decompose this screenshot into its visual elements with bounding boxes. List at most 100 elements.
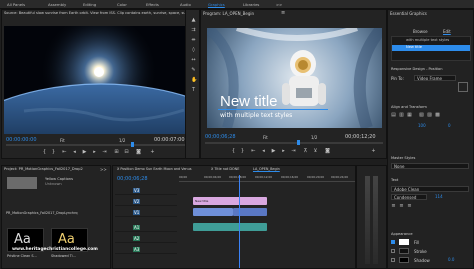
fill-color-swatch[interactable] [399, 239, 409, 245]
timeline-tab-3[interactable]: LA_OPEN_Begin [253, 167, 280, 171]
slip-icon[interactable]: ↔ [191, 58, 196, 63]
transform-scale-value[interactable]: 100 [418, 123, 426, 128]
timeline-tab-1[interactable]: X Position Demo Sun Earth Moon and Venus [117, 167, 192, 171]
go-to-out-icon[interactable]: ⇥ [102, 150, 107, 155]
master-styles-select[interactable]: None [391, 163, 469, 169]
stroke-color-swatch[interactable] [399, 248, 409, 254]
source-fit-select[interactable]: Fit [60, 138, 65, 143]
track-header-v2[interactable]: V2 [115, 197, 177, 206]
overwrite-icon[interactable]: ⊟ [124, 150, 129, 155]
selection-tool-icon[interactable]: ▲ [191, 18, 196, 23]
track-select-icon[interactable]: ⇉ [191, 28, 196, 33]
source-ratio-select[interactable]: 1/2 [119, 138, 125, 143]
track-header-a2[interactable]: A2 [115, 234, 177, 243]
pen-icon[interactable]: ✎ [191, 68, 196, 73]
mark-in-icon[interactable]: { [231, 149, 236, 154]
mark-out-icon[interactable]: } [51, 150, 56, 155]
pin-grid-icon[interactable] [458, 82, 468, 92]
text-align-buttons: ≡ ≡ ≡ [391, 204, 471, 210]
shadow-checkbox[interactable] [391, 258, 395, 262]
program-scrubber[interactable] [205, 140, 383, 145]
font-size-value[interactable]: 114 [435, 194, 443, 199]
align-left-icon[interactable]: ▤ [391, 113, 396, 118]
extract-icon[interactable]: ⊻ [313, 149, 318, 154]
tab-edit[interactable]: Edit [443, 29, 451, 34]
track-header-a3[interactable]: A3 [115, 245, 177, 254]
razor-icon[interactable]: ◊ [191, 48, 196, 53]
stroke-checkbox[interactable] [391, 249, 395, 253]
track-header-a1[interactable]: A1 [115, 223, 177, 232]
track-header-v3[interactable]: V3 [115, 186, 177, 195]
workspace-tab-assembly[interactable]: Assembly [48, 2, 66, 7]
program-menu-icon[interactable]: ≡ [281, 10, 285, 16]
project-tabs-overflow[interactable]: >> [100, 167, 107, 172]
clip-audio-teal[interactable] [193, 223, 267, 231]
text-align-left-icon[interactable]: ≡ [391, 204, 396, 209]
text-align-center-icon[interactable]: ≡ [399, 204, 404, 209]
add-icon[interactable]: + [150, 150, 155, 155]
program-ratio-select[interactable]: 1/2 [311, 135, 317, 140]
pin-to-select[interactable]: Video Frame [414, 75, 456, 81]
workspace-tab-audio[interactable]: Audio [180, 2, 191, 7]
project-thumb-top[interactable] [6, 176, 38, 190]
workspace-tab-editing[interactable]: Editing [83, 2, 96, 7]
lift-icon[interactable]: ⊼ [303, 149, 308, 154]
workspace-overflow[interactable]: >> [276, 2, 282, 7]
layer-item-selected[interactable]: New title [392, 45, 470, 51]
workspace-tab-all-panels[interactable]: All Panels [7, 2, 25, 7]
align-top-icon[interactable]: ▧ [419, 113, 424, 118]
safe-margin-line [218, 109, 328, 110]
play-icon[interactable]: ▶ [82, 150, 87, 155]
font-select[interactable]: Adobe Clean [391, 186, 469, 192]
align-middle-icon[interactable]: ▨ [427, 113, 432, 118]
timeline-timecode[interactable]: 00;00;06;28 [117, 176, 148, 182]
play-icon[interactable]: ▶ [271, 149, 276, 154]
go-to-in-icon[interactable]: ⇤ [62, 150, 67, 155]
timeline-playhead[interactable] [239, 175, 240, 268]
workspace-tab-graphics[interactable]: Graphics [208, 2, 225, 7]
mark-out-icon[interactable]: } [240, 149, 245, 154]
clip-video-blue[interactable] [193, 208, 233, 216]
shadow-color-swatch[interactable] [399, 257, 409, 263]
align-bottom-icon[interactable]: ▩ [435, 113, 440, 118]
program-timecode-in[interactable]: 00;00;06;28 [205, 134, 236, 140]
go-to-out-icon[interactable]: ⇥ [291, 149, 296, 154]
hand-icon[interactable]: ✋ [191, 78, 197, 83]
timeline-tab-2[interactable]: X Title not DONE [211, 167, 239, 171]
source-timecode-in[interactable]: 00:00:00:00 [6, 137, 37, 143]
tab-browse[interactable]: Browse [413, 29, 428, 34]
source-playhead[interactable] [131, 142, 134, 147]
workspace-tab-color[interactable]: Color [117, 2, 127, 7]
type-tool-icon[interactable]: T [191, 88, 196, 93]
track-header-v1[interactable]: V1 [115, 208, 177, 217]
program-overlay-subtitle[interactable]: with multiple text styles [220, 112, 292, 119]
transform-rotation-value[interactable]: 0 [448, 123, 451, 128]
camera-icon[interactable]: ◙ [325, 149, 330, 154]
step-forward-icon[interactable]: ▸ [92, 150, 97, 155]
text-align-right-icon[interactable]: ≡ [407, 204, 412, 209]
mark-in-icon[interactable]: { [42, 150, 47, 155]
clip-label: New title [195, 199, 209, 203]
workspace-tab-libraries[interactable]: Libraries [243, 2, 259, 7]
fill-checkbox[interactable] [391, 240, 395, 244]
source-scrubber[interactable] [6, 142, 196, 147]
workspace-tab-effects[interactable]: Effects [146, 2, 159, 7]
font-style-select[interactable]: Condensed [391, 194, 427, 200]
step-forward-icon[interactable]: ▸ [281, 149, 286, 154]
program-fit-select[interactable]: Fit [263, 135, 268, 140]
add-icon[interactable]: + [371, 149, 376, 154]
program-playhead[interactable] [297, 140, 300, 145]
camera-icon[interactable]: ◙ [136, 150, 141, 155]
step-back-icon[interactable]: ◂ [72, 150, 77, 155]
insert-icon[interactable]: ⊞ [114, 150, 119, 155]
shadow-value[interactable]: 0.0 [448, 257, 454, 262]
premiere-window: All Panels Assembly Editing Color Effects Aud… [0, 0, 474, 269]
go-to-in-icon[interactable]: ⇤ [251, 149, 256, 154]
timeline-ruler[interactable]: 00;00 00;00;04;00 00;00;08;00 00;00;12;0… [179, 175, 355, 182]
step-back-icon[interactable]: ◂ [261, 149, 266, 154]
layer-item[interactable]: with multiple text styles [392, 38, 470, 44]
align-center-icon[interactable]: ▥ [399, 113, 404, 118]
align-right-icon[interactable]: ▦ [407, 113, 412, 118]
ripple-edit-icon[interactable]: ⇹ [191, 38, 196, 43]
program-overlay-title[interactable]: New title [220, 93, 278, 110]
